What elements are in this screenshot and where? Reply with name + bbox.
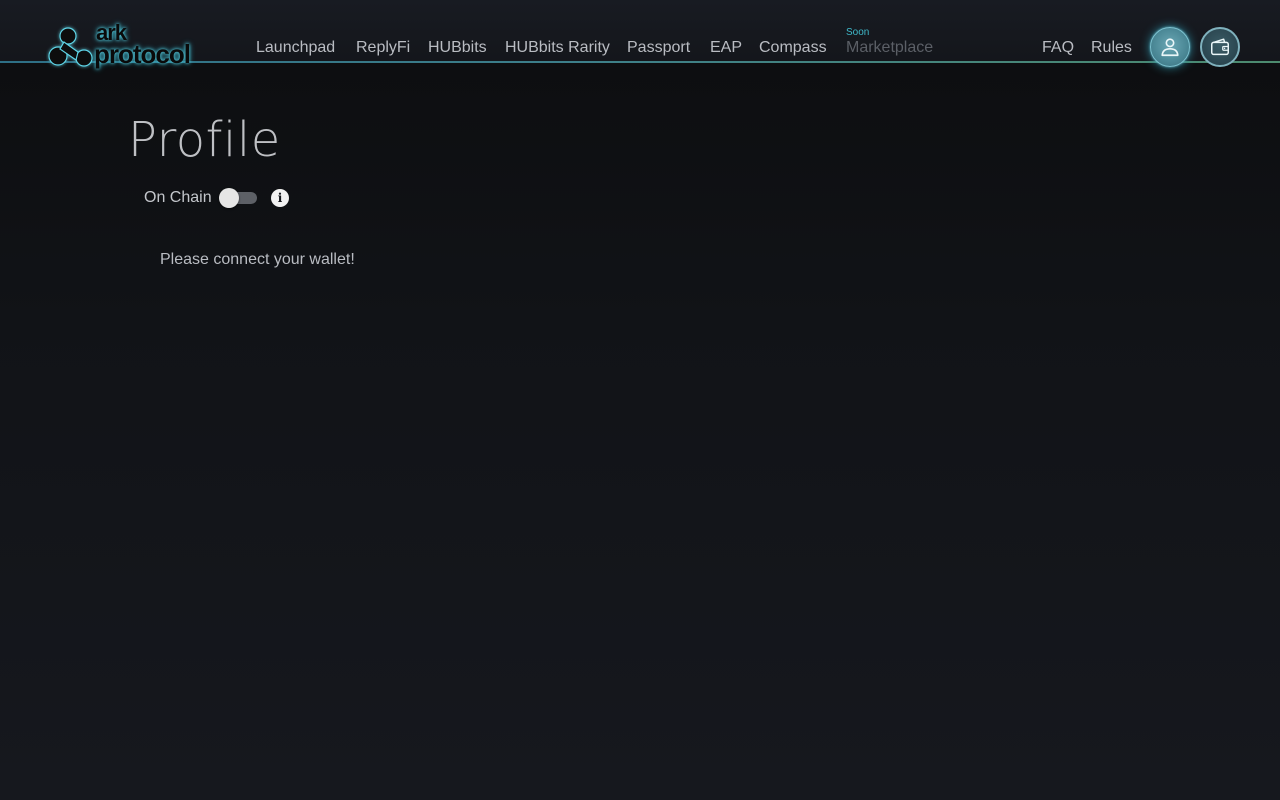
profile-button[interactable] (1150, 27, 1190, 67)
nav-hubbits-rarity[interactable]: HUBbits Rarity (505, 38, 610, 58)
page-title: Profile (128, 112, 281, 168)
on-chain-label: On Chain (144, 189, 212, 206)
wallet-icon (1211, 38, 1229, 56)
nav-marketplace: Marketplace (846, 39, 934, 56)
nav-passport[interactable]: Passport (627, 38, 690, 58)
nav-rules[interactable]: Rules (1091, 38, 1132, 58)
info-icon[interactable]: i (271, 189, 289, 207)
nav-launchpad[interactable]: Launchpad (256, 38, 335, 58)
logo-text-protocol: protocol (94, 39, 191, 69)
ark-protocol-logo[interactable]: ark protocol (46, 22, 198, 72)
soon-badge: Soon (846, 27, 870, 38)
user-icon (1161, 38, 1179, 57)
wallet-button[interactable] (1200, 27, 1240, 67)
nav-replyfi[interactable]: ReplyFi (356, 38, 410, 58)
nav-faq[interactable]: FAQ (1042, 38, 1074, 58)
on-chain-toggle[interactable] (219, 188, 257, 208)
logo-mark-icon (48, 27, 93, 67)
connect-wallet-message: Please connect your wallet! (160, 251, 355, 268)
nav-hubbits[interactable]: HUBbits (428, 38, 487, 58)
nav-compass[interactable]: Compass (759, 38, 827, 58)
toggle-knob (219, 188, 239, 208)
nav-eap[interactable]: EAP (710, 38, 742, 58)
